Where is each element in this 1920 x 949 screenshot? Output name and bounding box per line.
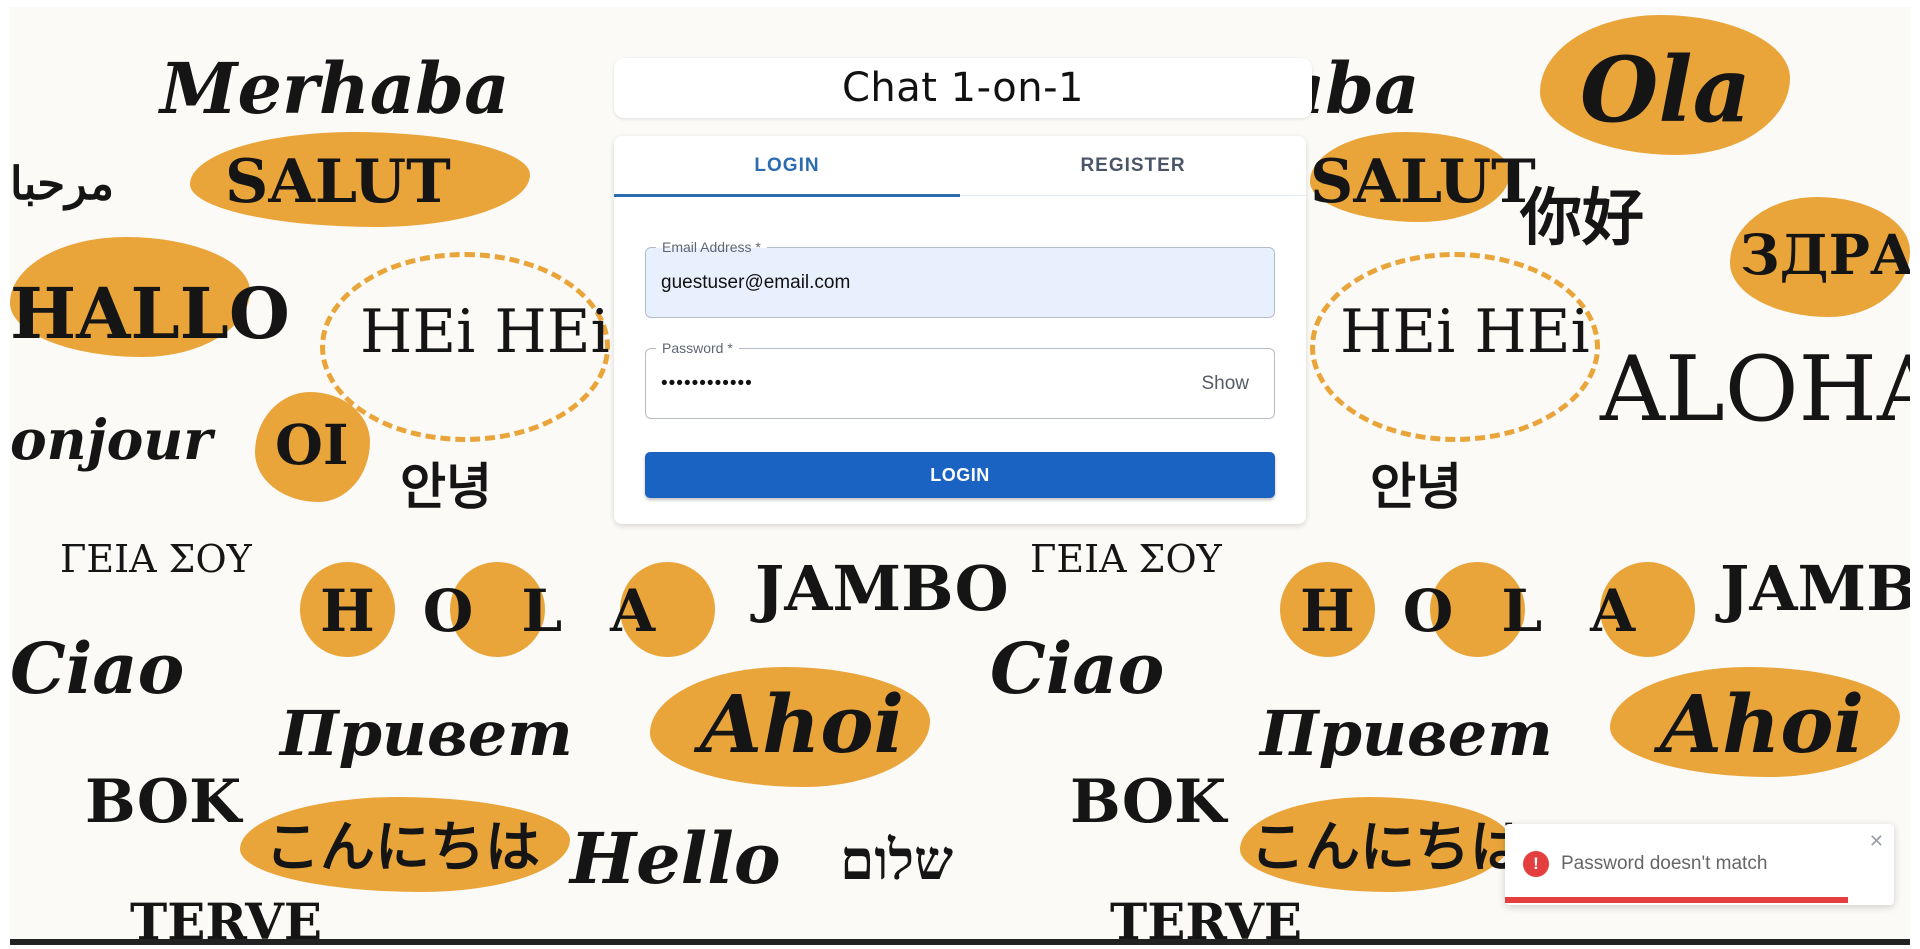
bg-word: こんにちは xyxy=(1250,814,1526,879)
toast-progress-bar xyxy=(1505,897,1848,903)
bg-word: SALUT xyxy=(225,147,451,217)
bg-word: HALLO xyxy=(10,272,290,355)
email-label: Email Address * xyxy=(656,238,767,256)
email-input[interactable]: guestuser@email.com xyxy=(661,272,1259,294)
bg-word: BOK xyxy=(85,767,242,837)
bg-word: 안녕 xyxy=(400,457,492,516)
password-label: Password * xyxy=(656,339,739,357)
bg-word: ΓΕΙΑ ΣΟΥ xyxy=(60,537,252,581)
bg-word: HEi HEi xyxy=(360,297,610,367)
bg-word: Ahoi xyxy=(700,677,904,771)
bg-word: مرحبا xyxy=(10,157,115,210)
bg-word: HOLA xyxy=(1300,577,1684,645)
bg-word: Ahoi xyxy=(1660,677,1864,771)
bg-word: Ciao xyxy=(10,627,185,710)
bg-word: Ola xyxy=(1580,37,1751,143)
active-tab-indicator xyxy=(614,194,960,197)
bg-word: HEi HEi xyxy=(1340,297,1590,367)
password-input[interactable]: •••••••••••• xyxy=(661,373,1201,395)
bg-word: TERVE xyxy=(130,892,322,945)
bg-word: SALUT xyxy=(1310,147,1536,217)
bg-word: ALOHA xyxy=(1600,337,1910,442)
error-toast: ! Password doesn't match ✕ xyxy=(1505,824,1894,905)
bg-word: ЗДРАВО xyxy=(1740,222,1910,287)
close-icon[interactable]: ✕ xyxy=(1869,831,1884,852)
bg-word: onjour xyxy=(10,407,213,472)
password-field[interactable]: Password * •••••••••••• Show xyxy=(645,339,1275,419)
auth-tabs: LOGIN REGISTER xyxy=(614,136,1306,197)
page-title: Chat 1-on-1 xyxy=(841,65,1085,111)
tab-login[interactable]: LOGIN xyxy=(614,136,960,195)
auth-card: LOGIN REGISTER Email Address * guestuser… xyxy=(614,136,1306,524)
email-field[interactable]: Email Address * guestuser@email.com xyxy=(645,238,1275,318)
login-button[interactable]: LOGIN xyxy=(645,452,1275,498)
bg-word: TERVE xyxy=(1110,892,1302,945)
bg-word: こんにちは xyxy=(265,814,541,879)
bg-word: BOK xyxy=(1070,767,1227,837)
bg-word: Прuвem xyxy=(1260,697,1553,770)
bg-word: Ciao xyxy=(990,627,1165,710)
bg-word: Hello xyxy=(570,817,781,900)
show-password-button[interactable]: Show xyxy=(1201,373,1249,395)
bg-word: ΓΕΙΑ ΣΟΥ xyxy=(1030,537,1222,581)
bg-word: OI xyxy=(275,412,349,477)
bg-word: 你好 xyxy=(1520,181,1645,254)
app-header: Chat 1-on-1 xyxy=(614,58,1312,118)
error-circle-icon: ! xyxy=(1523,851,1549,877)
toast-message: Password doesn't match xyxy=(1561,853,1768,874)
bg-word: Merhaba xyxy=(160,47,510,130)
bg-word: Прuвem xyxy=(280,697,573,770)
login-form: Email Address * guestuser@email.com Pass… xyxy=(614,238,1306,498)
bg-word: JAMBO xyxy=(1720,552,1910,625)
bg-word: שלום xyxy=(840,827,954,892)
bg-word: JAMBO xyxy=(755,552,1009,625)
bg-word: HOLA xyxy=(320,577,704,645)
tab-register[interactable]: REGISTER xyxy=(960,136,1306,195)
bg-word: 안녕 xyxy=(1370,457,1462,516)
